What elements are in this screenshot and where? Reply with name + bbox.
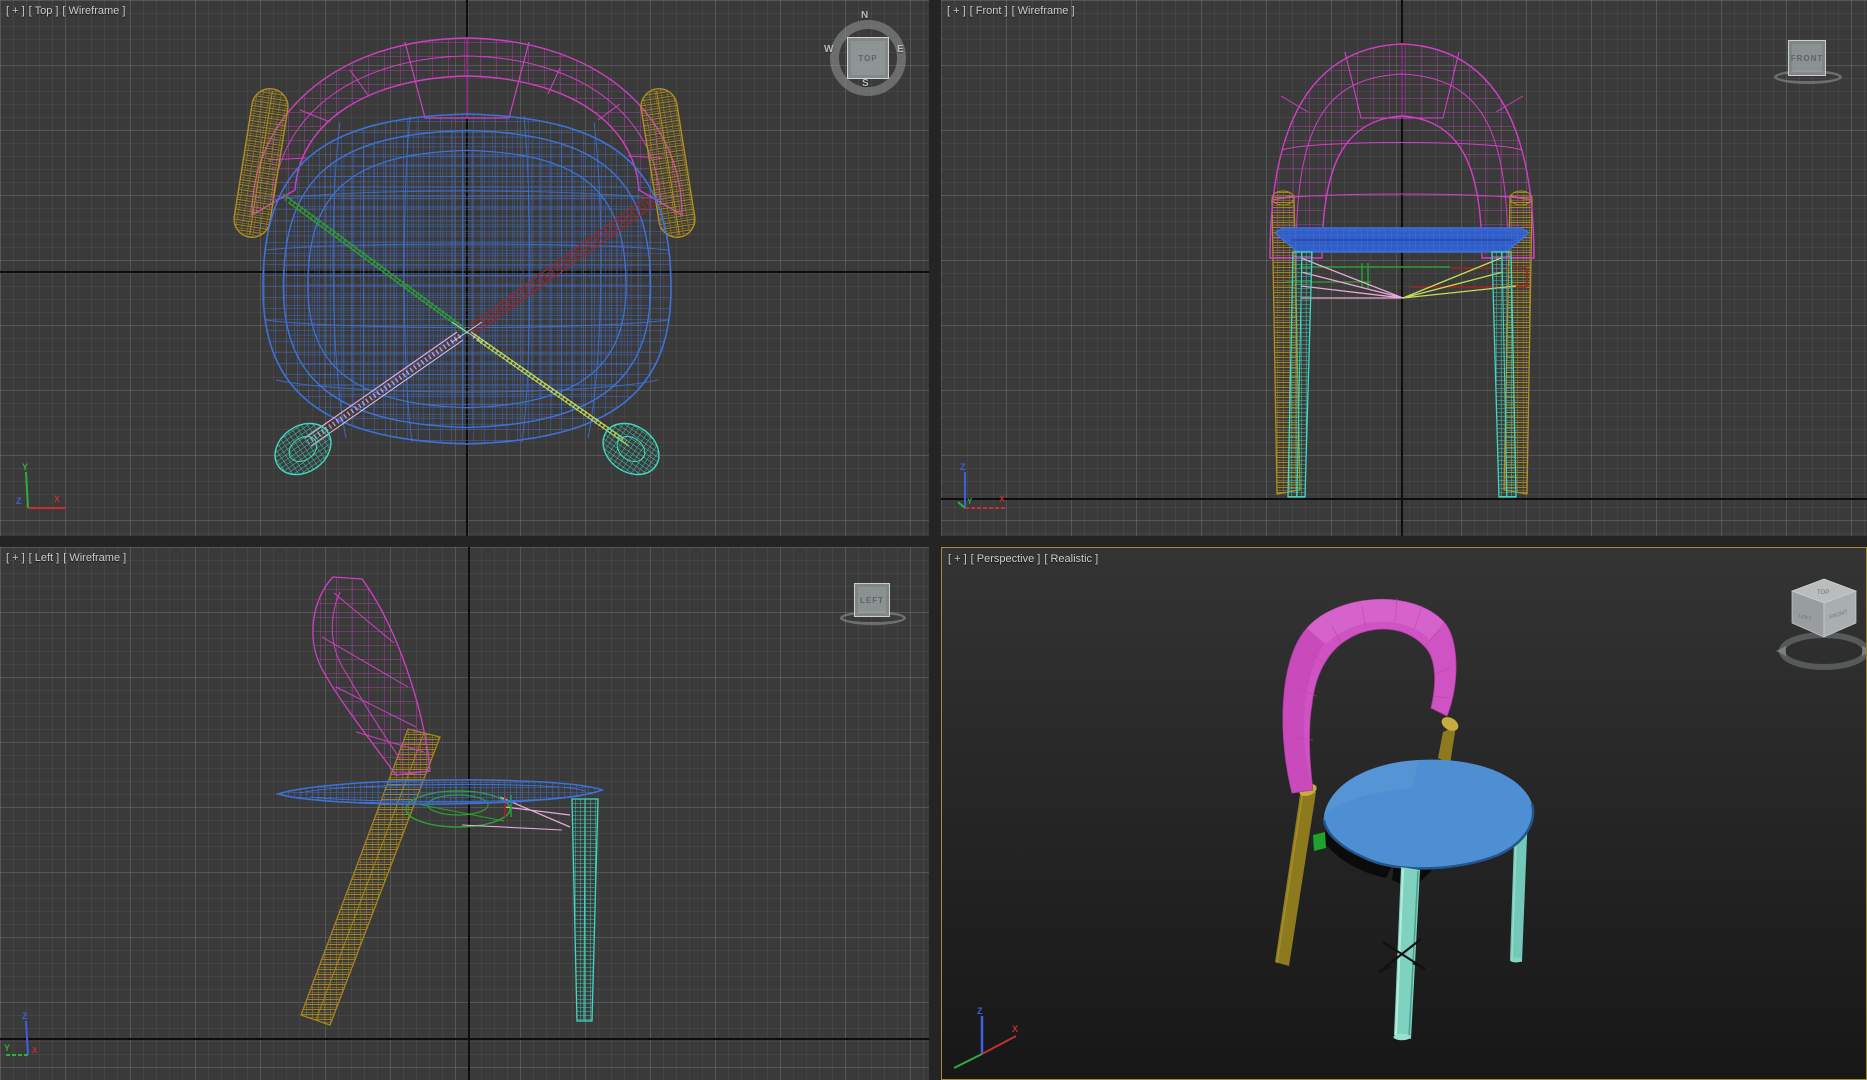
svg-text:X: X xyxy=(32,1046,38,1055)
scene-perspective-shaded: TOP LEFT FRONT Z X xyxy=(953,578,1866,1069)
viewcube-face-top[interactable]: TOP xyxy=(847,37,889,79)
viewcube-face-left[interactable]: LEFT xyxy=(854,583,890,617)
compass-north[interactable]: N xyxy=(861,10,868,21)
viewport-menu-button[interactable]: [ + ] xyxy=(947,5,966,17)
chair-seat-wire[interactable] xyxy=(262,113,672,445)
chair-seat-wire[interactable] xyxy=(275,779,605,805)
chair-front-leg-wire[interactable] xyxy=(571,798,599,1022)
viewport-menu-button[interactable]: [ + ] xyxy=(948,553,967,565)
viewport-quad: Y X Z N E S W TOP [ + ] [ Top ] [ Wirefr… xyxy=(0,0,1867,1080)
viewport-label-bar: [ + ] [ Perspective ] [ Realistic ] xyxy=(948,553,1098,565)
svg-text:Y: Y xyxy=(22,462,28,472)
svg-text:X: X xyxy=(54,494,60,504)
viewcube-top-face-label: TOP xyxy=(1817,590,1829,596)
compass-east[interactable]: E xyxy=(897,44,904,55)
axis-tripod: Z X xyxy=(953,1006,1018,1069)
compass-south[interactable]: S xyxy=(862,78,869,89)
svg-text:Z: Z xyxy=(16,496,22,506)
chair-front-foot-right-wire[interactable] xyxy=(593,413,669,485)
svg-text:Y: Y xyxy=(967,497,973,506)
compass-west[interactable]: W xyxy=(824,44,833,55)
chair-seat-wire[interactable] xyxy=(1273,227,1531,253)
chair-front-leg-left[interactable] xyxy=(1393,867,1421,1041)
viewport-view-button[interactable]: [ Front ] xyxy=(970,5,1008,17)
chair-backrest-wire[interactable] xyxy=(1269,43,1535,259)
chair-front-leg-right-wire[interactable] xyxy=(1491,251,1517,498)
chair-backrest-wire[interactable] xyxy=(312,576,431,776)
chair-front-foot-left-wire[interactable] xyxy=(265,413,341,485)
viewcube-front[interactable]: FRONT xyxy=(1774,40,1848,90)
svg-text:Z: Z xyxy=(977,1006,983,1016)
chair-bracket[interactable] xyxy=(1313,832,1326,851)
viewport-top[interactable]: Y X Z N E S W TOP [ + ] [ Top ] [ Wirefr… xyxy=(0,0,929,536)
viewport-front[interactable]: Z X Y FRONT [ + ] [ Front ] [ Wireframe … xyxy=(941,0,1867,536)
chair-rear-leg-wire[interactable] xyxy=(300,728,441,1026)
viewcube-face-front[interactable]: FRONT xyxy=(1788,40,1826,76)
viewport-label-bar: [ + ] [ Front ] [ Wireframe ] xyxy=(947,5,1075,17)
chair-braces-wire[interactable] xyxy=(1286,257,1528,299)
viewport-menu-button[interactable]: [ + ] xyxy=(6,5,25,17)
viewport-view-button[interactable]: [ Top ] xyxy=(29,5,59,17)
svg-text:Z: Z xyxy=(22,1011,28,1021)
viewport-label-bar: [ + ] [ Top ] [ Wireframe ] xyxy=(6,5,125,17)
scene-front-wireframe: Z X Y xyxy=(957,43,1535,509)
viewport-shading-button[interactable]: [ Wireframe ] xyxy=(1012,5,1075,17)
svg-text:Z: Z xyxy=(960,462,966,472)
scene-left-wireframe: Z Y X xyxy=(4,576,605,1056)
svg-text:Y: Y xyxy=(4,1043,10,1053)
viewport-menu-button[interactable]: [ + ] xyxy=(6,552,25,564)
viewport-shading-button[interactable]: [ Realistic ] xyxy=(1044,553,1098,565)
axis-tripod: Z Y X xyxy=(4,1011,38,1056)
viewport-view-button[interactable]: [ Perspective ] xyxy=(971,553,1041,565)
viewport-shading-button[interactable]: [ Wireframe ] xyxy=(62,5,125,17)
viewcube-perspective[interactable]: TOP LEFT FRONT xyxy=(1776,578,1866,670)
viewport-label-bar: [ + ] [ Left ] [ Wireframe ] xyxy=(6,552,126,564)
svg-text:X: X xyxy=(999,494,1005,504)
axis-tripod: Y X Z xyxy=(16,462,66,509)
chair-rear-leg-left[interactable] xyxy=(1275,782,1318,966)
viewport-left[interactable]: Z Y X LEFT [ + ] [ Left ] [ Wireframe ] xyxy=(0,547,929,1080)
chair-seat[interactable] xyxy=(1322,759,1535,870)
chair-front-leg-left-wire[interactable] xyxy=(1287,251,1313,498)
viewcube-left[interactable]: LEFT xyxy=(840,583,914,633)
axis-tripod: Z X Y xyxy=(957,462,1005,509)
chair-rear-leg-right[interactable] xyxy=(1438,714,1461,764)
viewcube-compass[interactable]: N E S W TOP xyxy=(824,10,910,100)
viewport-perspective[interactable]: TOP LEFT FRONT Z X [ + ] [ Perspective ]… xyxy=(941,547,1867,1080)
viewport-view-button[interactable]: [ Left ] xyxy=(29,552,60,564)
scene-top-wireframe: Y X Z xyxy=(16,37,696,509)
svg-text:X: X xyxy=(1012,1024,1018,1034)
viewport-shading-button[interactable]: [ Wireframe ] xyxy=(63,552,126,564)
